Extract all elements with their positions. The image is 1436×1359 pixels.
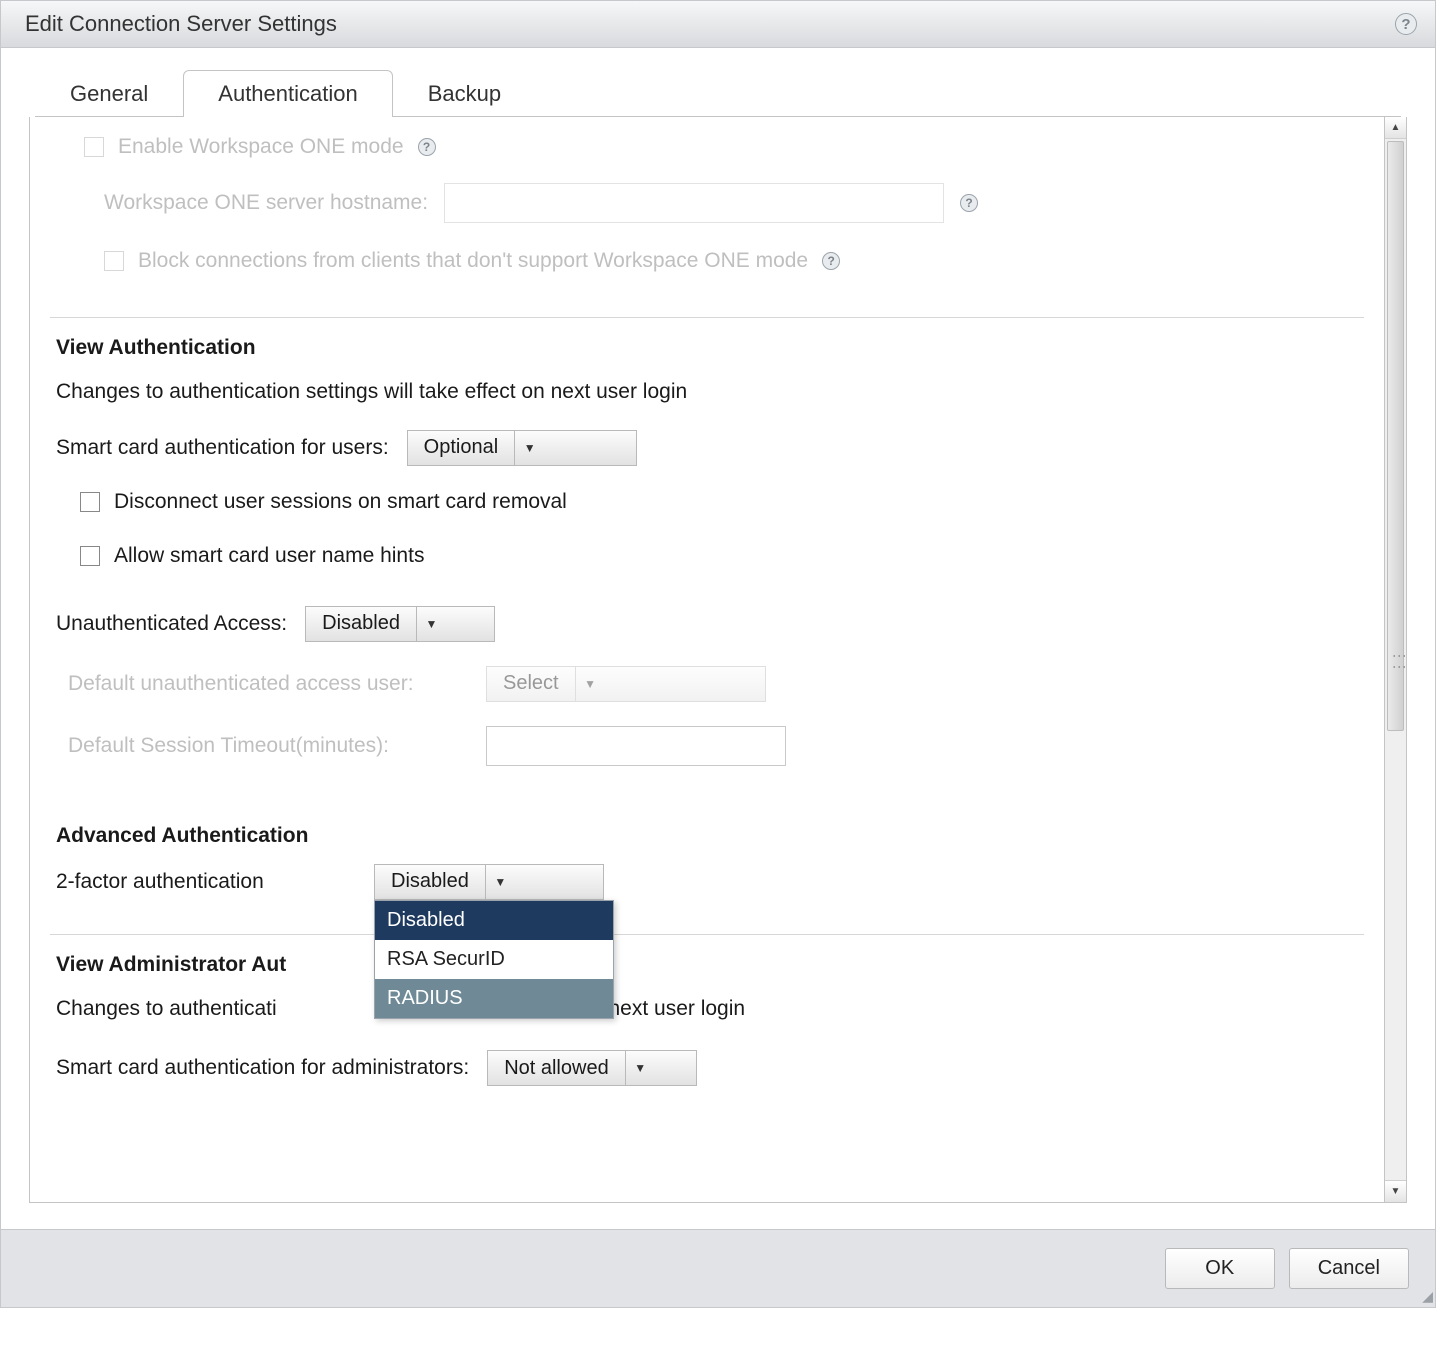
chevron-down-icon: ▼ [625,1051,655,1085]
scroll-grip-icon: ⋮⋮ [1392,649,1408,671]
workspace-one-hostname-label: Workspace ONE server hostname: [104,191,428,215]
advanced-auth-heading: Advanced Authentication [56,824,1358,848]
block-clients-checkbox[interactable] [104,251,124,271]
smartcard-admin-row: Smart card authentication for administra… [56,1050,1358,1086]
admin-auth-heading: View Administrator Aut [56,953,1358,977]
default-unauth-user-value: Select [487,672,575,695]
workspace-one-hostname-input[interactable] [444,183,944,223]
smartcard-users-row: Smart card authentication for users: Opt… [56,430,1358,466]
smartcard-admin-select[interactable]: Not allowed ▼ [487,1050,697,1086]
default-timeout-label: Default Session Timeout(minutes): [68,731,468,760]
help-icon[interactable]: ? [418,138,436,156]
tab-authentication[interactable]: Authentication [183,70,392,117]
username-hints-row: Allow smart card user name hints [80,544,1358,568]
chevron-down-icon: ▼ [514,431,544,465]
unauth-access-select[interactable]: Disabled ▼ [305,606,495,642]
block-clients-label: Block connections from clients that don'… [138,249,808,273]
default-timeout-input[interactable] [486,726,786,766]
smartcard-users-label: Smart card authentication for users: [56,436,389,460]
tab-row: General Authentication Backup [1,48,1435,116]
scrollbar[interactable]: ▲ ⋮⋮ ▼ [1385,117,1407,1203]
divider [50,934,1364,935]
default-unauth-user-row: Default unauthenticated access user: Sel… [68,666,1358,702]
tab-backup[interactable]: Backup [393,70,536,117]
chevron-down-icon: ▼ [485,865,515,899]
view-auth-heading: View Authentication [56,336,1358,360]
divider [50,317,1364,318]
enable-workspace-one-row: Enable Workspace ONE mode ? [84,135,1358,159]
smartcard-users-value: Optional [408,436,515,459]
resize-grip-icon[interactable]: ◢ [1422,1288,1431,1305]
username-hints-label: Allow smart card user name hints [114,544,424,568]
admin-auth-heading-text: View Administrator Aut [56,953,286,976]
dialog: Edit Connection Server Settings ? Genera… [0,0,1436,1308]
twofa-row: 2-factor authentication Disabled ▼ Disab… [56,864,1358,900]
default-unauth-user-select[interactable]: Select ▼ [486,666,766,702]
disconnect-sessions-label: Disconnect user sessions on smart card r… [114,490,567,514]
view-auth-hint: Changes to authentication settings will … [56,376,1358,408]
twofa-dropdown: Disabled RSA SecurID RADIUS [374,900,614,1019]
help-icon[interactable]: ? [822,252,840,270]
enable-workspace-one-label: Enable Workspace ONE mode [118,135,404,159]
ok-button[interactable]: OK [1165,1248,1275,1289]
unauth-access-row: Unauthenticated Access: Disabled ▼ [56,606,1358,642]
titlebar: Edit Connection Server Settings ? [1,1,1435,48]
enable-workspace-one-checkbox[interactable] [84,137,104,157]
workspace-one-section: Enable Workspace ONE mode ? Workspace ON… [50,129,1364,301]
chevron-down-icon: ▼ [575,667,605,701]
scroll-up-button[interactable]: ▲ [1385,117,1406,139]
admin-auth-hint-before: Changes to authenticati [56,997,277,1020]
twofa-value: Disabled [375,870,485,893]
workspace-one-hostname-row: Workspace ONE server hostname: ? [104,183,1358,223]
smartcard-admin-label: Smart card authentication for administra… [56,1056,469,1080]
smartcard-admin-value: Not allowed [488,1057,625,1080]
dialog-footer: OK Cancel ◢ [1,1229,1435,1307]
dialog-title: Edit Connection Server Settings [25,11,337,37]
admin-auth-hint: Changes to authenticati effect on next u… [56,993,1358,1025]
default-timeout-row: Default Session Timeout(minutes): [68,726,1358,766]
scroll-track[interactable]: ⋮⋮ [1385,139,1406,1180]
help-icon[interactable]: ? [1395,13,1417,35]
disconnect-sessions-checkbox[interactable] [80,492,100,512]
unauth-access-label: Unauthenticated Access: [56,612,287,636]
twofa-option-radius[interactable]: RADIUS [375,979,613,1018]
twofa-option-disabled[interactable]: Disabled [375,901,613,940]
unauth-access-value: Disabled [306,612,416,635]
cancel-button[interactable]: Cancel [1289,1248,1409,1289]
twofa-label: 2-factor authentication [56,870,356,894]
block-clients-row: Block connections from clients that don'… [104,249,1358,273]
chevron-down-icon: ▼ [416,607,446,641]
smartcard-users-select[interactable]: Optional ▼ [407,430,637,466]
content-panel: Enable Workspace ONE mode ? Workspace ON… [29,117,1385,1203]
disconnect-sessions-row: Disconnect user sessions on smart card r… [80,490,1358,514]
default-unauth-user-label: Default unauthenticated access user: [68,669,468,698]
scroll-thumb[interactable] [1387,141,1404,731]
twofa-option-rsa[interactable]: RSA SecurID [375,940,613,979]
tab-general[interactable]: General [35,70,183,117]
username-hints-checkbox[interactable] [80,546,100,566]
twofa-select[interactable]: Disabled ▼ [374,864,604,900]
scroll-down-button[interactable]: ▼ [1385,1180,1406,1202]
content-wrap: Enable Workspace ONE mode ? Workspace ON… [29,117,1407,1203]
help-icon[interactable]: ? [960,194,978,212]
